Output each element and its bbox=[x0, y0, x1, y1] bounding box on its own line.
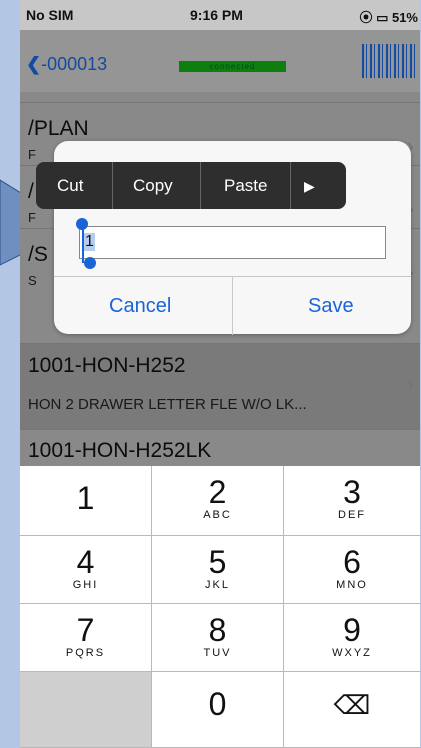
key-0[interactable]: 0 bbox=[152, 672, 284, 748]
button-divider bbox=[232, 277, 233, 335]
key-digit: 3 bbox=[343, 474, 361, 510]
value-input[interactable]: 1 bbox=[79, 226, 386, 259]
selection-handle-end[interactable] bbox=[84, 257, 96, 269]
key-digit: 8 bbox=[208, 612, 227, 648]
save-button[interactable]: Save bbox=[308, 295, 354, 318]
key-letters: PQRS bbox=[65, 647, 106, 659]
key-1[interactable]: 1 bbox=[20, 466, 152, 536]
blank-key bbox=[20, 672, 152, 748]
key-digit: 5 bbox=[208, 544, 227, 580]
delete-key[interactable]: ⌫ bbox=[284, 672, 420, 748]
key-3[interactable]: 3 DEF bbox=[284, 466, 420, 536]
key-6[interactable]: 6 MNO bbox=[284, 536, 420, 604]
status-time: 9:16 PM bbox=[190, 7, 243, 23]
backspace-icon: ⌫ bbox=[333, 690, 371, 720]
numeric-keypad: 1 2 ABC 3 DEF 4 GHI 5 JKL 6 MNO 7 PQRS 8 TUV 9W… bbox=[20, 466, 420, 748]
battery-icon: ⦿ ▭ bbox=[359, 10, 392, 25]
key-digit: 7 bbox=[76, 612, 95, 648]
paste-menu-item[interactable]: Paste bbox=[224, 176, 267, 196]
key-letters: DEF bbox=[338, 509, 366, 521]
key-digit: 9 bbox=[343, 612, 361, 648]
key-5[interactable]: 5 JKL bbox=[152, 536, 284, 604]
battery-percent: 51% bbox=[391, 10, 418, 25]
key-letters: MNO bbox=[336, 579, 368, 591]
key-8[interactable]: 8 TUV bbox=[152, 604, 284, 672]
key-letters: WXYZ bbox=[332, 647, 372, 659]
copy-menu-item[interactable]: Copy bbox=[133, 176, 173, 196]
dialog-buttons: Cancel Save bbox=[54, 276, 411, 335]
status-bar: No SIM 9:16 PM ⦿ ▭ 51% bbox=[20, 0, 420, 30]
key-digit: 6 bbox=[343, 544, 361, 580]
key-digit: 0 bbox=[208, 686, 227, 722]
carrier-label: No SIM bbox=[26, 7, 74, 23]
key-letters: JKL bbox=[205, 579, 230, 591]
key-7[interactable]: 7 PQRS bbox=[20, 604, 152, 672]
key-digit: 4 bbox=[76, 544, 95, 580]
more-arrow-icon[interactable]: ▶ bbox=[304, 178, 315, 195]
key-4[interactable]: 4 GHI bbox=[20, 536, 152, 604]
value-text: 1 bbox=[84, 233, 95, 251]
key-2[interactable]: 2 ABC bbox=[152, 466, 284, 536]
menu-divider bbox=[112, 162, 113, 209]
key-letters: ABC bbox=[203, 509, 232, 521]
menu-divider bbox=[200, 162, 201, 209]
cut-menu-item[interactable]: Cut bbox=[57, 176, 83, 196]
key-letters: TUV bbox=[203, 647, 232, 659]
phone-screen: No SIM 9:16 PM ⦿ ▭ 51% connected ❮-00001… bbox=[20, 0, 420, 748]
key-digit: 2 bbox=[208, 474, 227, 510]
key-letters: GHI bbox=[72, 579, 99, 591]
selection-handle-start[interactable] bbox=[76, 218, 88, 230]
battery-label: ⦿ ▭ 51% bbox=[359, 7, 418, 26]
cancel-button[interactable]: Cancel bbox=[109, 295, 171, 318]
key-digit: 1 bbox=[76, 480, 95, 516]
edit-menu: Cut Copy Paste ▶ bbox=[36, 162, 346, 209]
key-9[interactable]: 9 WXYZ bbox=[284, 604, 420, 672]
menu-divider bbox=[290, 162, 291, 209]
